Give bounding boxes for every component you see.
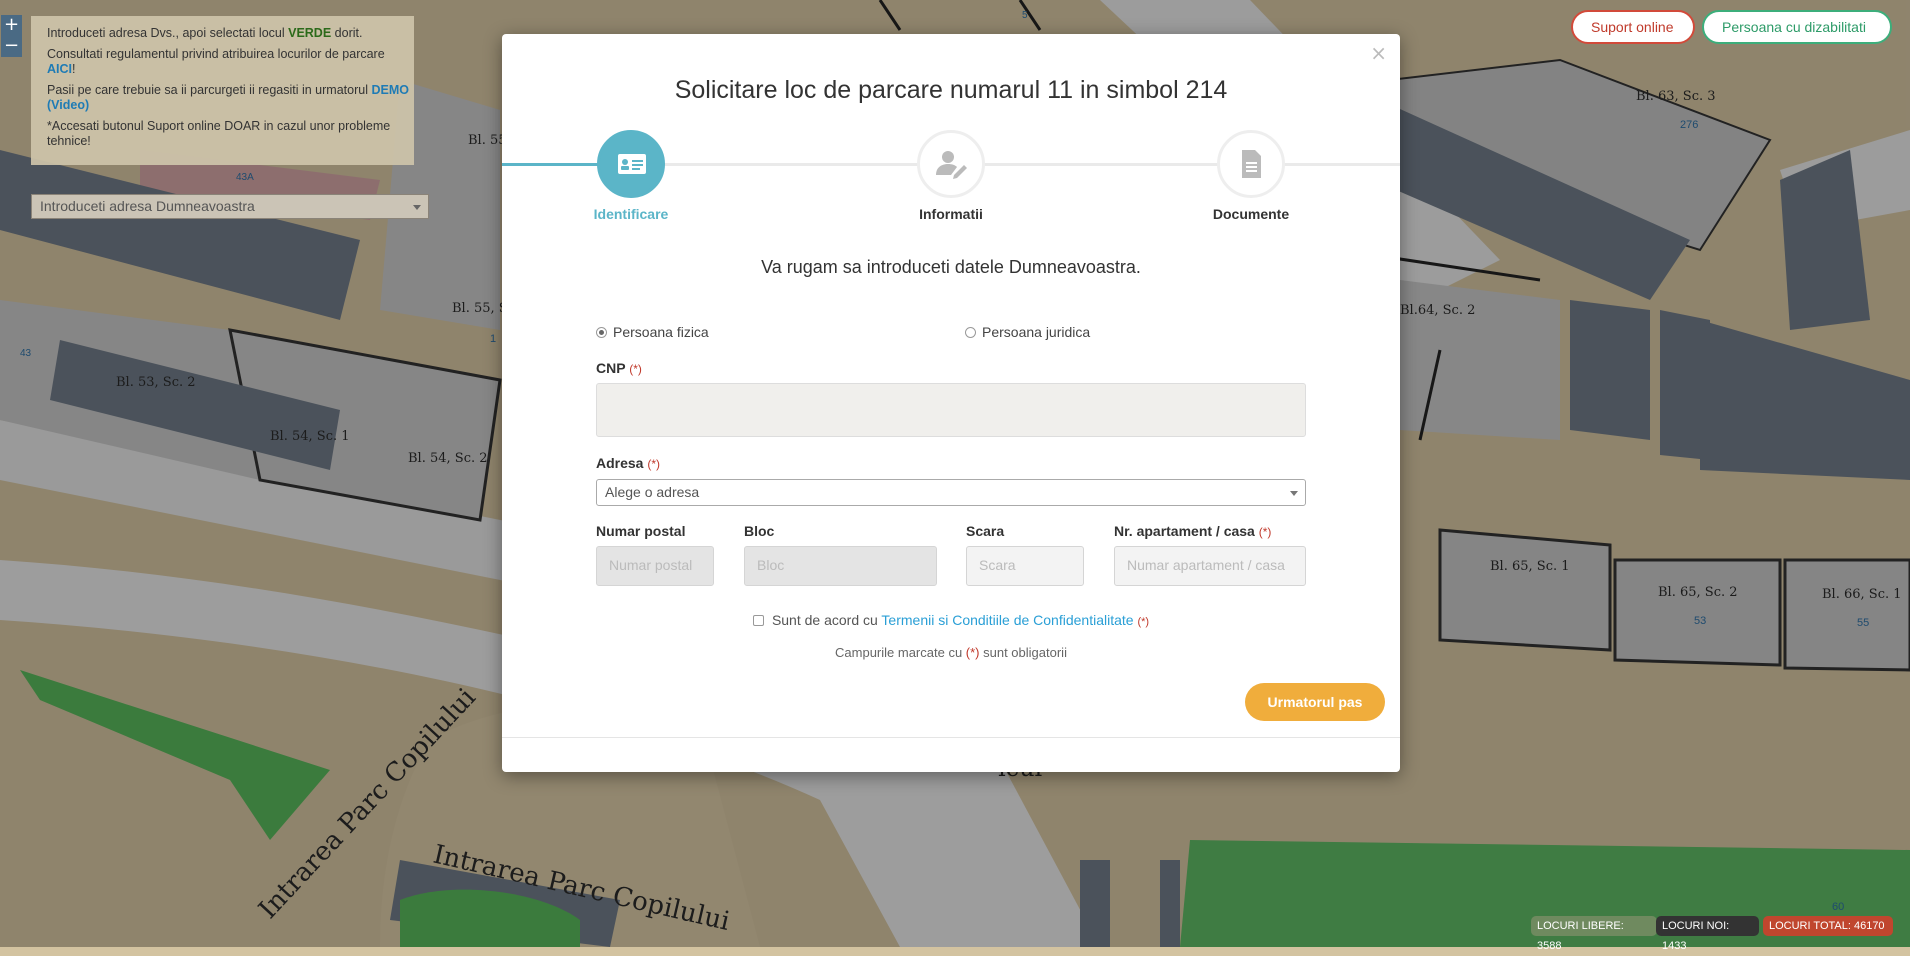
zoom-out-button[interactable]: − <box>1 36 22 57</box>
instruction-text: Va rugam sa introduceti datele Dumneavoa… <box>761 257 1141 277</box>
bloc-label: Bloc <box>744 523 775 539</box>
regulament-link[interactable]: AICI <box>47 62 72 76</box>
scara-input[interactable]: Scara <box>966 546 1084 586</box>
required-mark: (*) <box>647 457 661 471</box>
bloc-input[interactable]: Bloc <box>744 546 937 586</box>
terms-row: Sunt de acord cu Termenii si Conditiile … <box>502 612 1400 628</box>
info-panel: Introduceti adresa Dvs., apoi selectati … <box>31 16 414 165</box>
terms-link[interactable]: Termenii si Conditiile de Confidentialit… <box>881 612 1133 628</box>
note-text: sunt obligatorii <box>979 645 1067 660</box>
numar-postal-label: Numar postal <box>596 523 686 539</box>
next-step-button[interactable]: Urmatorul pas <box>1245 683 1385 721</box>
radio-checked-icon <box>596 327 607 338</box>
step-informatii[interactable]: Informatii <box>871 130 1031 222</box>
info-highlight: VERDE <box>288 26 332 40</box>
terms-checkbox[interactable] <box>752 615 764 626</box>
locuri-libere-badge: LOCURI LIBERE: 3588 <box>1531 916 1657 952</box>
chevron-down-icon <box>413 205 421 210</box>
info-text: Pasii pe care trebuie sa ii parcurgeti i… <box>47 83 372 97</box>
scara-label: Scara <box>966 523 1005 539</box>
step-documente[interactable]: Documente <box>1171 130 1331 222</box>
numar-postal-input[interactable]: Numar postal <box>596 546 714 586</box>
label-text: Nr. apartament / casa <box>1114 523 1255 539</box>
label-text: CNP <box>596 360 626 376</box>
step-label: Identificare <box>593 206 669 222</box>
apartament-input[interactable]: Numar apartament / casa <box>1114 546 1306 586</box>
step-label: Informatii <box>919 206 983 222</box>
suport-online-button[interactable]: Suport online <box>1571 10 1695 44</box>
adresa-placeholder: Alege o adresa <box>605 484 700 500</box>
radio-persoana-fizica[interactable]: Persoana fizica <box>596 324 709 340</box>
note-text: Campurile marcate cu <box>835 645 966 660</box>
document-icon <box>1217 130 1285 198</box>
required-mark: (*) <box>1137 616 1150 628</box>
step-label: Documente <box>1212 206 1290 222</box>
info-text: Consultati regulamentul privind atribuir… <box>47 47 385 61</box>
radio-label: Persoana juridica <box>982 324 1091 340</box>
step-identificare[interactable]: Identificare <box>551 130 711 222</box>
cnp-input[interactable] <box>596 383 1306 437</box>
zoom-control: + − <box>1 15 22 57</box>
required-mark: (*) <box>965 645 980 660</box>
modal-title: Solicitare loc de parcare numarul 11 in … <box>674 76 1228 104</box>
info-line: Pasii pe care trebuie sa ii parcurgeti i… <box>47 83 414 113</box>
close-icon[interactable]: × <box>1370 41 1387 65</box>
locuri-total-badge: LOCURI TOTAL: 46170 <box>1763 916 1893 936</box>
info-text: dorit. <box>331 26 363 40</box>
required-mark: (*) <box>1258 525 1272 539</box>
info-line: *Accesati butonul Suport online DOAR in … <box>47 119 391 148</box>
required-note: Campurile marcate cu (*) sunt obligatori… <box>502 645 1400 660</box>
info-line: Introduceti adresa Dvs., apoi selectati … <box>47 26 414 41</box>
modal-footer-divider <box>502 737 1400 738</box>
label-text: Adresa <box>596 455 644 471</box>
apartament-label: Nr. apartament / casa (*) <box>1114 523 1271 539</box>
info-text: Introduceti adresa Dvs., apoi selectati … <box>47 26 289 40</box>
adresa-select[interactable]: Alege o adresa <box>596 479 1306 506</box>
adresa-label: Adresa (*) <box>596 455 660 471</box>
address-search-select[interactable]: Introduceti adresa Dumneavoastra <box>31 194 429 219</box>
user-edit-icon <box>917 130 985 198</box>
radio-unchecked-icon <box>965 327 976 338</box>
address-search-placeholder: Introduceti adresa Dumneavoastra <box>40 198 255 214</box>
cnp-label: CNP (*) <box>596 360 642 376</box>
dizabilitati-button[interactable]: Persoana cu dizabilitati <box>1702 10 1892 44</box>
terms-text: Sunt de acord cu <box>771 612 882 628</box>
info-line: Consultati regulamentul privind atribuir… <box>47 47 414 77</box>
zoom-in-button[interactable]: + <box>1 15 22 36</box>
parking-request-modal: × Solicitare loc de parcare numarul 11 i… <box>502 34 1400 772</box>
radio-persoana-juridica[interactable]: Persoana juridica <box>965 324 1090 340</box>
required-mark: (*) <box>629 362 642 376</box>
chevron-down-icon <box>1290 491 1298 496</box>
id-card-icon <box>597 130 665 198</box>
locuri-noi-badge: LOCURI NOI: 1433 <box>1656 916 1759 952</box>
info-text: ! <box>72 62 76 76</box>
radio-label: Persoana fizica <box>613 324 709 340</box>
